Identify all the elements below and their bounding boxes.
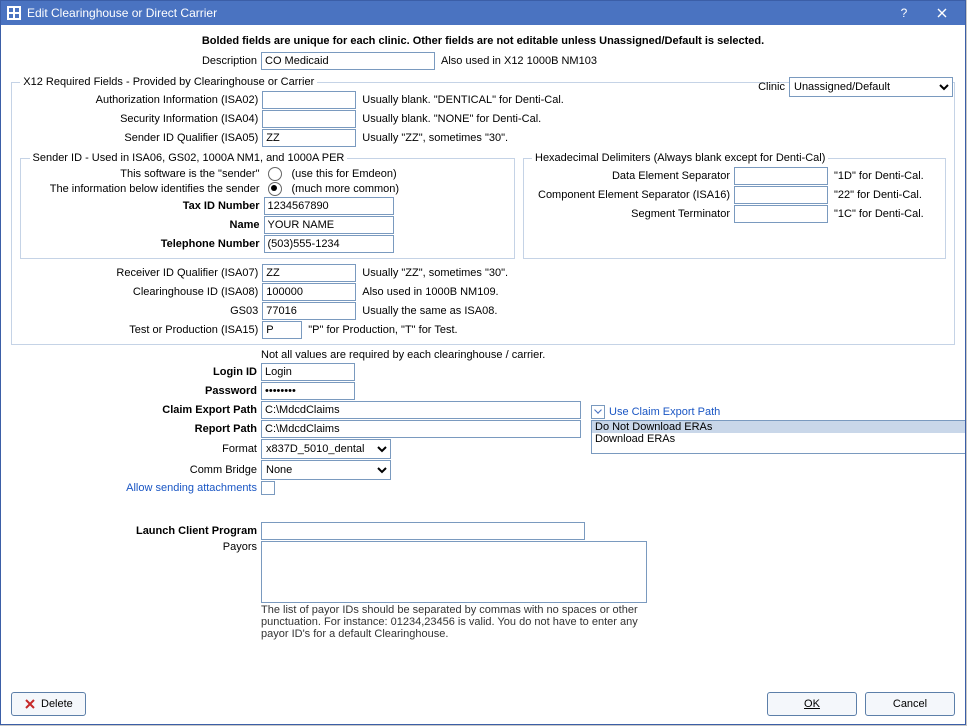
- claimpath-label: Claim Export Path: [11, 404, 261, 416]
- isa05-label: Sender ID Qualifier (ISA05): [20, 132, 262, 144]
- allow-attachments-checkbox[interactable]: [261, 481, 275, 495]
- sender-radio-info[interactable]: [268, 182, 282, 196]
- launch-input[interactable]: [261, 522, 585, 540]
- description-input[interactable]: [261, 52, 435, 70]
- description-hint: Also used in X12 1000B NM103: [435, 55, 597, 67]
- dialog-window: Edit Clearinghouse or Direct Carrier ? B…: [0, 0, 966, 725]
- x12-group: X12 Required Fields - Provided by Cleari…: [11, 76, 955, 345]
- close-button[interactable]: [923, 1, 961, 25]
- allow-attachments-link[interactable]: Allow sending attachments: [11, 482, 261, 494]
- cancel-button[interactable]: Cancel: [865, 692, 955, 716]
- era-option-do-not-download[interactable]: Do Not Download ERAs: [592, 421, 965, 433]
- help-button[interactable]: ?: [885, 1, 923, 25]
- gs03-input[interactable]: [262, 302, 356, 320]
- isa08-label: Clearinghouse ID (ISA08): [20, 286, 262, 298]
- payors-textarea[interactable]: [261, 541, 647, 603]
- commbridge-select[interactable]: None: [261, 460, 391, 480]
- sender-group: Sender ID - Used in ISA06, GS02, 1000A N…: [20, 152, 515, 259]
- isa04-input[interactable]: [262, 110, 356, 128]
- tax-label: Tax ID Number: [30, 200, 264, 212]
- hex-group: Hexadecimal Delimiters (Always blank exc…: [523, 152, 946, 259]
- sender-r2-suffix: (much more common): [286, 183, 400, 195]
- titlebar: Edit Clearinghouse or Direct Carrier ?: [1, 1, 965, 25]
- reportpath-input[interactable]: [261, 420, 581, 438]
- claimpath-input[interactable]: [261, 401, 581, 419]
- reportpath-label: Report Path: [11, 423, 261, 435]
- st-hint: "1C" for Denti-Cal.: [828, 208, 924, 220]
- instruction-text: Bolded fields are unique for each clinic…: [11, 33, 955, 51]
- sender-r2-label: The information below identifies the sen…: [30, 183, 264, 195]
- launch-label: Launch Client Program: [11, 525, 261, 537]
- ces-label: Component Element Separator (ISA16): [532, 189, 734, 201]
- x12-legend: X12 Required Fields - Provided by Cleari…: [20, 76, 317, 88]
- payors-note: The list of payor IDs should be separate…: [261, 604, 661, 640]
- ces-input[interactable]: [734, 186, 828, 204]
- des-input[interactable]: [734, 167, 828, 185]
- name-label: Name: [30, 219, 264, 231]
- x-icon: [24, 698, 36, 710]
- use-claim-export-path-checkbox[interactable]: [591, 405, 605, 419]
- isa15-hint: "P" for Production, "T" for Test.: [302, 324, 457, 336]
- isa02-input[interactable]: [262, 91, 356, 109]
- isa15-label: Test or Production (ISA15): [20, 324, 262, 336]
- format-label: Format: [11, 443, 261, 455]
- hex-legend: Hexadecimal Delimiters (Always blank exc…: [532, 152, 828, 164]
- isa07-input[interactable]: [262, 264, 356, 282]
- sender-r1-suffix: (use this for Emdeon): [286, 168, 397, 180]
- description-label: Description: [11, 55, 261, 67]
- login-input[interactable]: [261, 363, 355, 381]
- isa07-hint: Usually "ZZ", sometimes "30".: [356, 267, 508, 279]
- isa04-hint: Usually blank. "NONE" for Denti-Cal.: [356, 113, 541, 125]
- login-label: Login ID: [11, 366, 261, 378]
- app-icon: [7, 6, 21, 20]
- delete-button[interactable]: Delete: [11, 692, 86, 716]
- st-input[interactable]: [734, 205, 828, 223]
- isa04-label: Security Information (ISA04): [20, 113, 262, 125]
- sender-legend: Sender ID - Used in ISA06, GS02, 1000A N…: [30, 152, 348, 164]
- format-select[interactable]: x837D_5010_dental: [261, 439, 391, 459]
- isa02-hint: Usually blank. "DENTICAL" for Denti-Cal.: [356, 94, 564, 106]
- phone-label: Telephone Number: [30, 238, 264, 250]
- phone-input[interactable]: [264, 235, 394, 253]
- window-title: Edit Clearinghouse or Direct Carrier: [27, 6, 885, 20]
- era-option-download[interactable]: Download ERAs: [592, 433, 965, 445]
- isa08-input[interactable]: [262, 283, 356, 301]
- isa15-input[interactable]: [262, 321, 302, 339]
- era-listbox[interactable]: Do Not Download ERAs Download ERAs: [591, 420, 965, 454]
- use-claim-export-path-label[interactable]: Use Claim Export Path: [609, 406, 720, 418]
- clinic-label: Clinic: [758, 81, 789, 93]
- gs03-hint: Usually the same as ISA08.: [356, 305, 497, 317]
- name-input[interactable]: [264, 216, 394, 234]
- isa05-hint: Usually "ZZ", sometimes "30".: [356, 132, 508, 144]
- ces-hint: "22" for Denti-Cal.: [828, 189, 922, 201]
- des-hint: "1D" for Denti-Cal.: [828, 170, 924, 182]
- isa08-hint: Also used in 1000B NM109.: [356, 286, 498, 298]
- note-not-all: Not all values are required by each clea…: [261, 349, 545, 361]
- tax-input[interactable]: [264, 197, 394, 215]
- ok-button[interactable]: OK: [767, 692, 857, 716]
- isa02-label: Authorization Information (ISA02): [20, 94, 262, 106]
- dialog-content: Bolded fields are unique for each clinic…: [1, 25, 965, 724]
- gs03-label: GS03: [20, 305, 262, 317]
- commbridge-label: Comm Bridge: [11, 464, 261, 476]
- payors-label: Payors: [11, 541, 261, 553]
- sender-radio-software[interactable]: [268, 167, 282, 181]
- clinic-select[interactable]: Unassigned/Default: [789, 77, 953, 97]
- des-label: Data Element Separator: [532, 170, 734, 182]
- password-label: Password: [11, 385, 261, 397]
- password-input[interactable]: [261, 382, 355, 400]
- isa07-label: Receiver ID Qualifier (ISA07): [20, 267, 262, 279]
- st-label: Segment Terminator: [532, 208, 734, 220]
- sender-r1-label: This software is the "sender": [30, 168, 264, 180]
- isa05-input[interactable]: [262, 129, 356, 147]
